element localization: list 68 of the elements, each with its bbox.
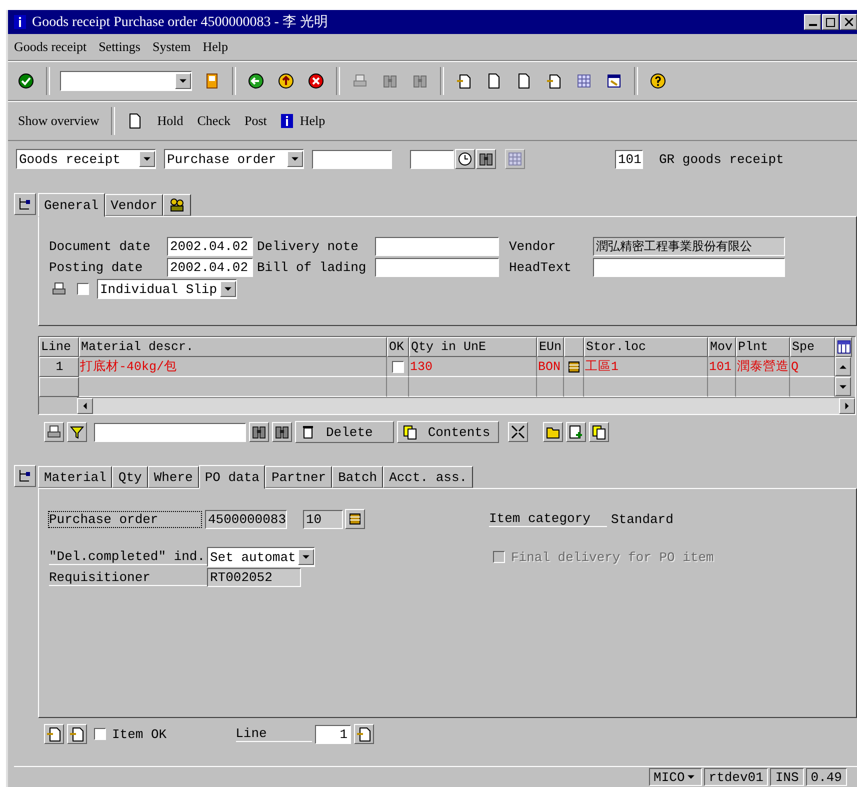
tab[interactable]: PO data — [198, 465, 266, 489]
tab[interactable]: Batch — [332, 466, 384, 488]
field-label: Delivery note — [257, 239, 360, 254]
field-label: Bill of lading — [257, 260, 368, 275]
action-button[interactable]: Post — [242, 113, 269, 129]
column-header: Line — [39, 337, 79, 357]
field-label: HeadText — [509, 260, 572, 275]
column-header: Stor.loc — [584, 337, 708, 357]
reference-dropdown[interactable]: Purchase order — [164, 149, 304, 169]
column-header: Material descr. — [79, 337, 387, 357]
column-header: Plnt — [736, 337, 790, 357]
status-field: rtdev01 — [704, 768, 768, 786]
menu-item[interactable]: System — [152, 39, 191, 55]
input-field[interactable]: 2002.04.02 — [167, 258, 253, 277]
tab[interactable]: Vendor — [104, 194, 164, 216]
status-field: INS — [770, 768, 804, 786]
line-field[interactable]: 1 — [314, 724, 351, 744]
print-version-dropdown[interactable]: Individual Slip — [97, 279, 237, 299]
table-cell: BON — [537, 357, 564, 377]
menu-item[interactable]: Goods receipt — [14, 39, 87, 55]
column-header: Spe — [790, 337, 835, 357]
row-header[interactable]: 1 — [39, 357, 79, 377]
action-button[interactable]: Check — [195, 113, 232, 129]
column-header: Qty in UnE — [409, 337, 537, 357]
field-label: Requisitioner — [49, 570, 207, 586]
table-cell: 101 — [708, 357, 736, 377]
field-label: Line — [236, 726, 312, 742]
field-label: Document date — [49, 239, 152, 254]
field-label: "Del.completed" ind. — [49, 549, 207, 565]
item-number-field: 10 — [303, 510, 343, 528]
tab[interactable]: Where — [148, 466, 199, 488]
action-dropdown[interactable]: Goods receipt — [16, 149, 156, 169]
movement-type-text: GR goods receipt — [659, 152, 784, 166]
column-header: EUn — [537, 337, 564, 357]
tab[interactable]: Material — [38, 466, 112, 488]
status-field: 0.49 — [806, 768, 847, 786]
input-field: 潤弘精密工程事業股份有限公 — [593, 237, 785, 256]
field-label: Vendor — [509, 239, 557, 254]
table-cell: 潤泰營造 — [736, 357, 790, 377]
checkbox-label: Final delivery for PO item — [511, 550, 714, 564]
delivery-completed-dropdown[interactable]: Set automat — [207, 547, 315, 567]
menu-item[interactable]: Settings — [98, 39, 140, 55]
field-value: Standard — [611, 512, 674, 526]
tab[interactable]: Qty — [112, 466, 148, 488]
tab[interactable]: Acct. ass. — [383, 466, 474, 488]
requisitioner-field: RT002052 — [207, 568, 301, 587]
window-title: Goods receipt Purchase order 4500000083 - 李 光明 — [32, 14, 329, 31]
table-cell: 工區1 — [584, 357, 708, 377]
menu-item[interactable]: Help — [202, 39, 228, 55]
column-header: Mov — [708, 337, 736, 357]
contents-button[interactable]: Contents — [396, 421, 500, 443]
delete-button[interactable]: Delete — [295, 421, 394, 443]
status-field[interactable]: MICO — [648, 768, 702, 786]
input-field[interactable]: 2002.04.02 — [167, 237, 253, 256]
table-cell: 打底材-40kg/包 — [79, 357, 387, 377]
movement-type-field[interactable]: 101 — [615, 150, 643, 168]
action-button[interactable]: Hold — [155, 113, 186, 129]
checkbox-label: Item OK — [112, 726, 167, 742]
tab[interactable]: Partner — [265, 466, 332, 488]
column-header: OK — [387, 337, 409, 357]
help-link[interactable]: Help — [298, 113, 328, 129]
tab[interactable]: General — [38, 193, 105, 217]
show-overview-button[interactable]: Show overview — [16, 113, 102, 129]
table-cell: 130 — [409, 357, 537, 377]
field-label: Posting date — [49, 260, 144, 275]
field-label: Purchase order — [49, 512, 201, 526]
field-label: Item category — [489, 511, 607, 527]
purchase-order-field: 4500000083 — [205, 510, 287, 528]
